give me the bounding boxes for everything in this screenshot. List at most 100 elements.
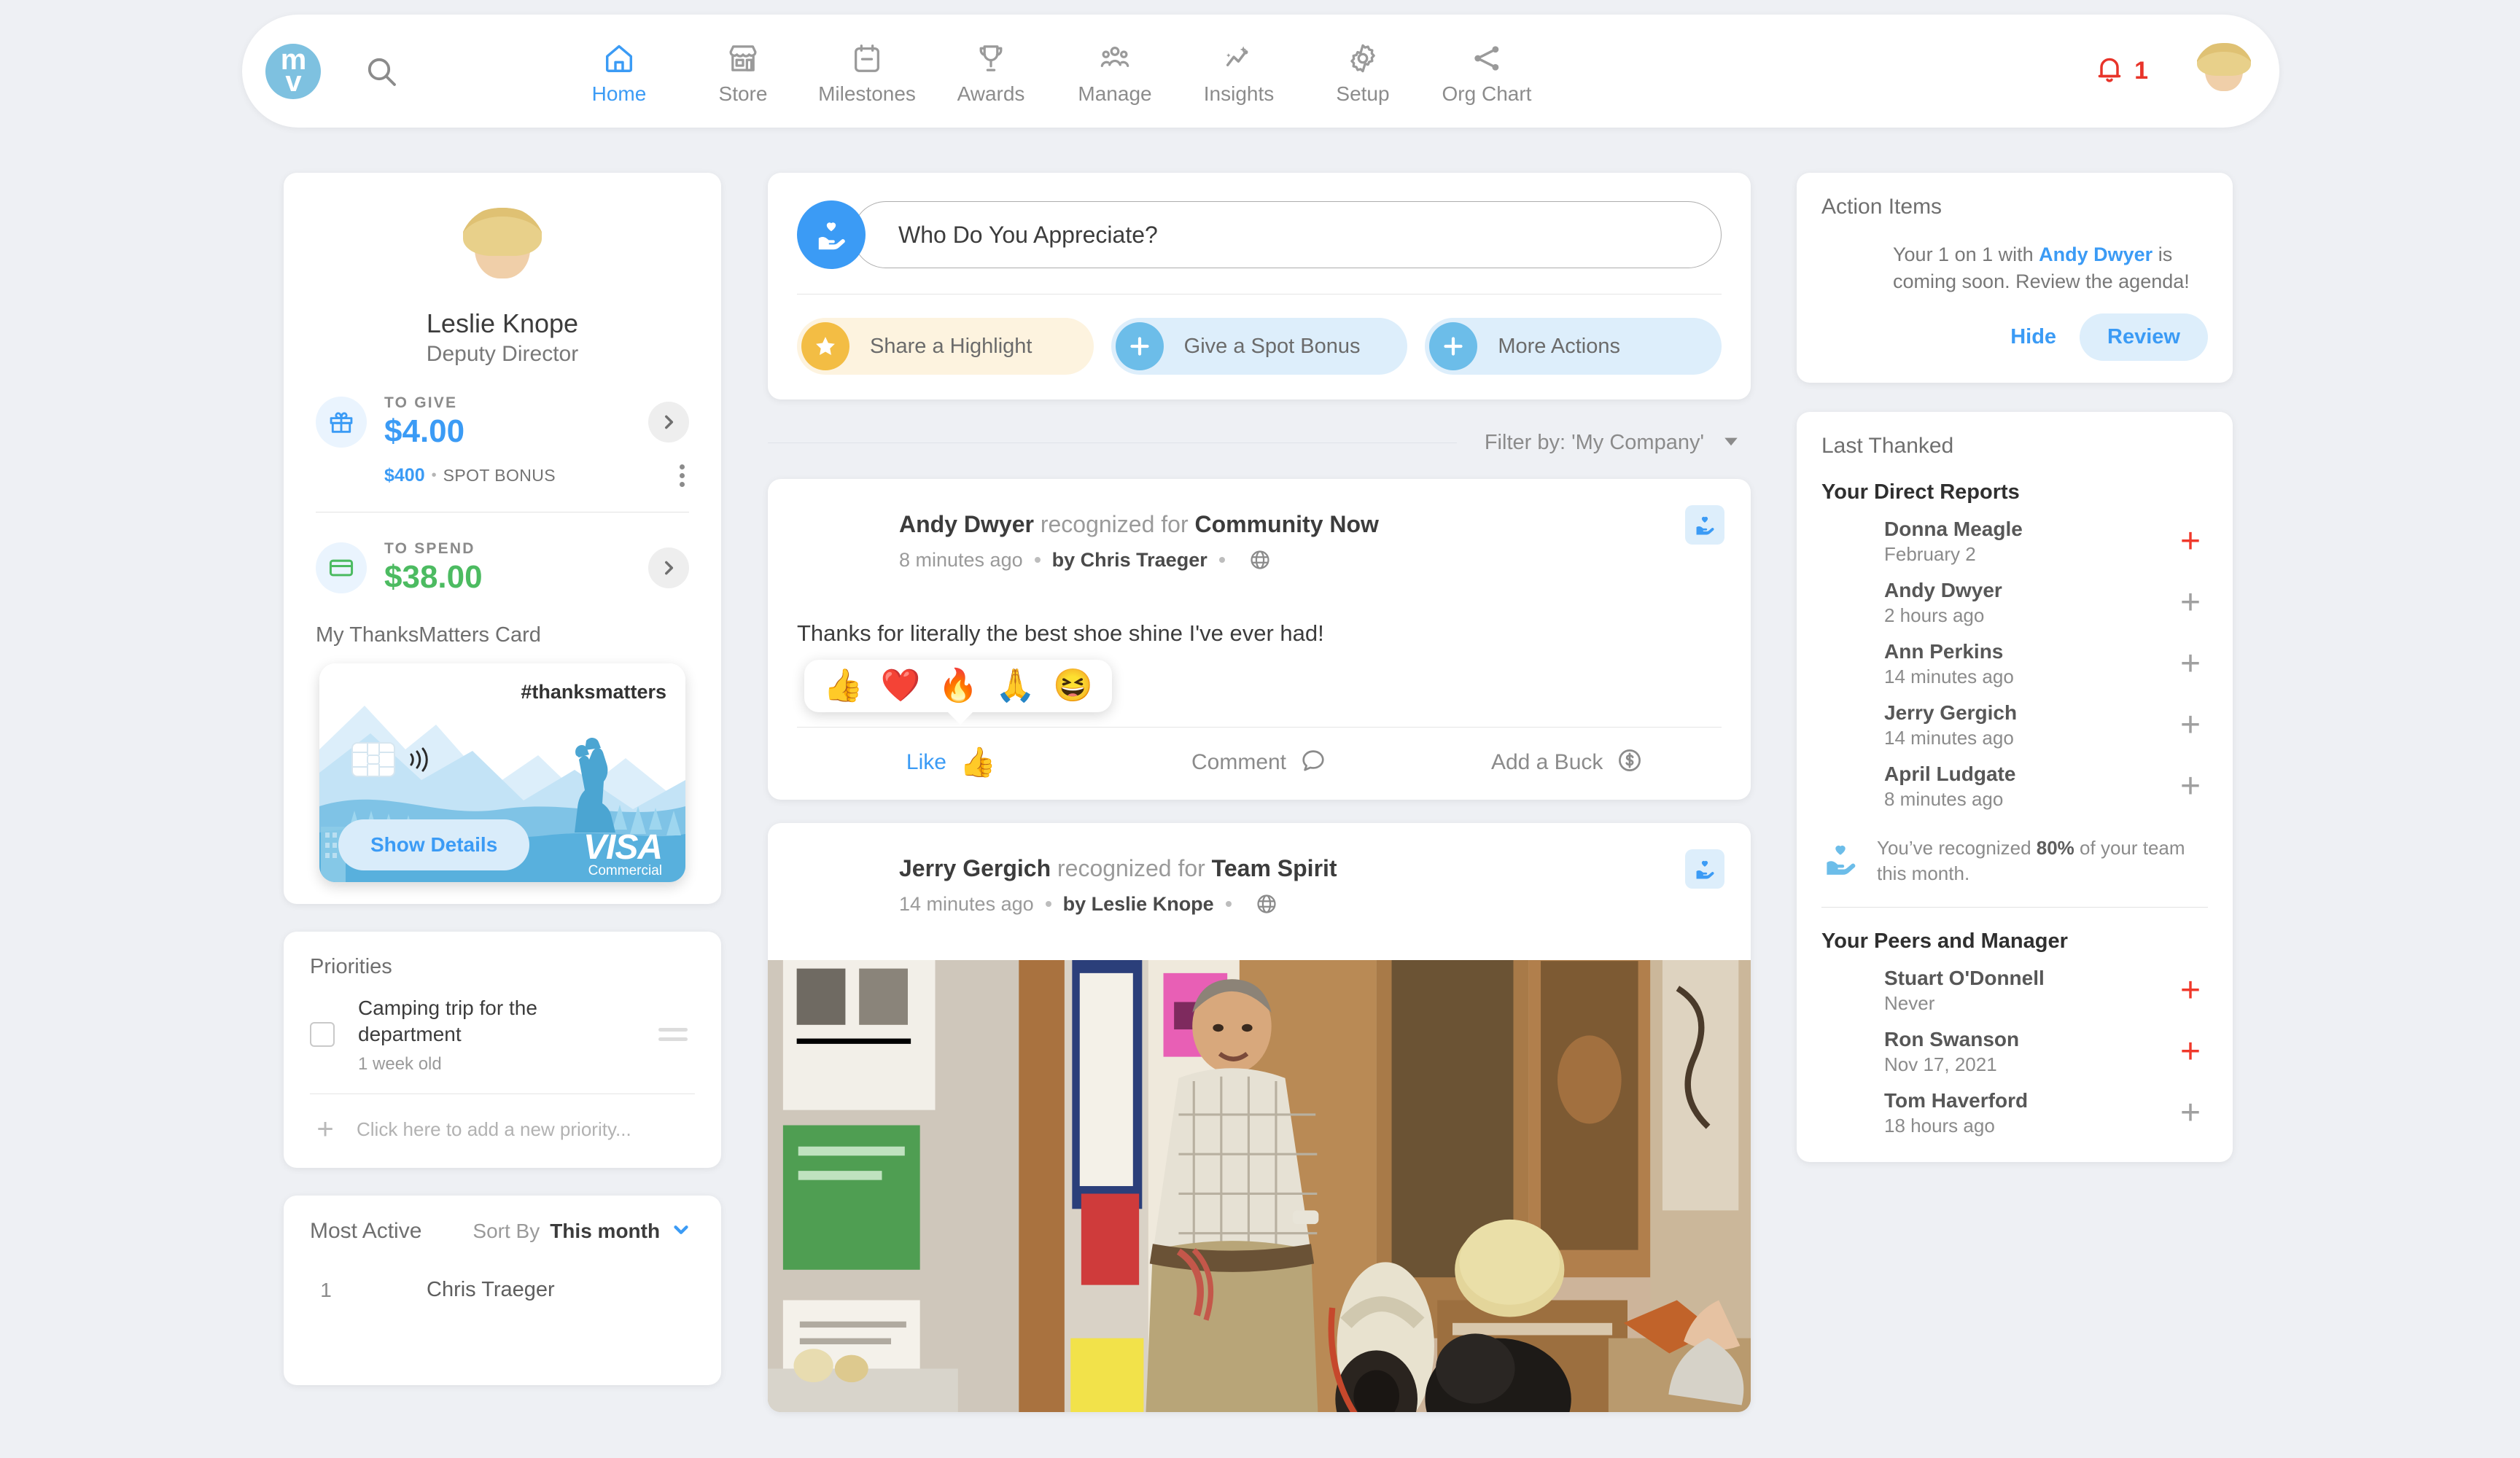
nav-item-store[interactable]: Store bbox=[681, 36, 805, 106]
nav-item-manage[interactable]: Manage bbox=[1053, 36, 1177, 106]
nav-item-org-chart[interactable]: Org Chart bbox=[1425, 36, 1549, 106]
add-recognition-plus-icon[interactable]: + bbox=[2173, 768, 2208, 803]
last-thanked-when: 14 minutes ago bbox=[1884, 726, 2014, 749]
spot-bonus-amount: $400 bbox=[384, 465, 425, 486]
list-item[interactable]: Ron Swanson Nov 17, 2021 + bbox=[1821, 1028, 2208, 1076]
avatar[interactable] bbox=[2193, 40, 2255, 102]
nav-item-home[interactable]: Home bbox=[557, 36, 681, 106]
to-spend-chevron-right-icon[interactable] bbox=[648, 547, 689, 588]
plus-icon bbox=[1429, 322, 1478, 370]
app-logo[interactable]: m v bbox=[265, 43, 321, 99]
add-recognition-plus-icon[interactable]: + bbox=[2173, 707, 2208, 742]
plus-icon bbox=[1115, 322, 1164, 370]
thanksmatters-card[interactable]: VISA Commercial #thanksmatters Show Deta… bbox=[319, 663, 685, 882]
people-icon bbox=[1098, 39, 1132, 77]
share-a-highlight-button[interactable]: Share a Highlight bbox=[797, 318, 1094, 375]
profile-avatar[interactable] bbox=[459, 206, 545, 292]
card-chip-and-contactless bbox=[351, 742, 430, 777]
star-icon bbox=[801, 322, 849, 370]
post-media-video-still[interactable] bbox=[768, 960, 1751, 1412]
post-author[interactable]: by Leslie Knope bbox=[1063, 893, 1214, 916]
priority-item[interactable]: Camping trip for the department 1 week o… bbox=[310, 995, 695, 1075]
reaction-area: 👍 ❤️ 🔥 🙏 😆 bbox=[797, 660, 1722, 727]
add-recognition-plus-icon[interactable]: + bbox=[2173, 585, 2208, 620]
person-name: Tom Haverford bbox=[1884, 1088, 2029, 1112]
post-title: Andy Dwyer recognized for Community Now bbox=[899, 511, 1379, 538]
comment-button[interactable]: Comment bbox=[1105, 746, 1414, 778]
priorities-title: Priorities bbox=[310, 955, 392, 978]
heart-reaction-icon[interactable]: ❤️ bbox=[881, 670, 921, 702]
add-priority-row[interactable]: + Click here to add a new priority... bbox=[310, 1113, 695, 1146]
post-meta: 14 minutes ago by Leslie Knope bbox=[899, 892, 1337, 916]
post-author[interactable]: by Chris Traeger bbox=[1052, 549, 1208, 572]
show-details-button[interactable]: Show Details bbox=[338, 819, 530, 870]
last-thanked-when: 14 minutes ago bbox=[1884, 665, 2014, 687]
list-item[interactable]: 1 Chris Traeger bbox=[310, 1269, 695, 1311]
nav-item-awards[interactable]: Awards bbox=[929, 36, 1053, 106]
list-item[interactable]: Donna Meagle February 2 + bbox=[1821, 518, 2208, 566]
spot-bonus-more-icon[interactable] bbox=[675, 460, 689, 491]
action-item-person-link[interactable]: Andy Dwyer bbox=[2039, 243, 2152, 265]
list-item[interactable]: April Ludgate 8 minutes ago + bbox=[1821, 763, 2208, 811]
thumbs-up-reaction-icon[interactable]: 👍 bbox=[823, 670, 863, 702]
add-a-buck-button[interactable]: Add a Buck bbox=[1413, 746, 1722, 778]
most-active-header: Most Active Sort By This month bbox=[310, 1219, 695, 1244]
post-recipient[interactable]: Andy Dwyer bbox=[899, 511, 1034, 537]
dollar-circle-icon bbox=[1616, 746, 1644, 778]
add-recognition-plus-icon[interactable]: + bbox=[2173, 973, 2208, 1008]
to-spend-text: TO SPEND $38.00 bbox=[384, 540, 648, 596]
feed-post: Jerry Gergich recognized for Team Spirit… bbox=[768, 823, 1751, 1412]
priority-checkbox[interactable] bbox=[310, 1022, 335, 1048]
app-root: m v Home Store Milestones Awards Manage … bbox=[0, 0, 2520, 1458]
list-item[interactable]: Tom Haverford 18 hours ago + bbox=[1821, 1089, 2208, 1137]
to-give-chevron-right-icon[interactable] bbox=[648, 402, 689, 443]
more-actions-button[interactable]: More Actions bbox=[1425, 318, 1722, 375]
post-avatars bbox=[797, 505, 883, 591]
review-button[interactable]: Review bbox=[2080, 313, 2208, 361]
pray-reaction-icon[interactable]: 🙏 bbox=[995, 670, 1035, 702]
chevron-down-icon[interactable] bbox=[670, 1219, 692, 1244]
nav-label: Milestones bbox=[818, 82, 916, 105]
gear-icon bbox=[1346, 39, 1380, 77]
search-icon[interactable] bbox=[362, 52, 401, 91]
chevron-down-icon[interactable] bbox=[1720, 430, 1742, 456]
notifications-button[interactable]: 1 bbox=[2093, 53, 2148, 89]
sort-by-value[interactable]: This month bbox=[550, 1220, 660, 1243]
nav-item-setup[interactable]: Setup bbox=[1301, 36, 1425, 106]
avatar[interactable] bbox=[825, 878, 882, 935]
composer-actions: Share a Highlight Give a Spot Bonus More… bbox=[797, 318, 1722, 375]
laugh-reaction-icon[interactable]: 😆 bbox=[1053, 670, 1093, 702]
feed-filter-label[interactable]: Filter by: 'My Company' bbox=[1485, 431, 1704, 455]
nav-item-milestones[interactable]: Milestones bbox=[805, 36, 929, 106]
avatar[interactable] bbox=[825, 534, 882, 591]
hide-button[interactable]: Hide bbox=[1993, 315, 2074, 359]
calendar-icon bbox=[850, 39, 884, 77]
list-item[interactable]: Ann Perkins 14 minutes ago + bbox=[1821, 640, 2208, 688]
avatar[interactable] bbox=[1821, 241, 1875, 295]
list-item[interactable]: Stuart O'Donnell Never + bbox=[1821, 967, 2208, 1015]
like-button[interactable]: Like 👍 bbox=[797, 748, 1105, 777]
thanksmatters-card-title: My ThanksMatters Card bbox=[316, 623, 541, 647]
gift-icon bbox=[316, 397, 367, 448]
post-meta: 8 minutes ago by Chris Traeger bbox=[899, 548, 1379, 572]
post-timestamp: 8 minutes ago bbox=[899, 548, 1023, 571]
add-recognition-plus-icon[interactable]: + bbox=[2173, 1096, 2208, 1131]
search-input[interactable] bbox=[852, 201, 1722, 268]
person-name: Andy Dwyer bbox=[1884, 578, 2002, 601]
add-recognition-plus-icon[interactable]: + bbox=[2173, 646, 2208, 681]
nav-label: Awards bbox=[957, 82, 1025, 105]
top-navigation-bar: m v Home Store Milestones Awards Manage … bbox=[242, 15, 2279, 128]
list-item[interactable]: Andy Dwyer 2 hours ago + bbox=[1821, 579, 2208, 627]
list-item[interactable]: Jerry Gergich 14 minutes ago + bbox=[1821, 701, 2208, 749]
give-a-spot-bonus-button[interactable]: Give a Spot Bonus bbox=[1111, 318, 1408, 375]
drag-handle-icon[interactable] bbox=[651, 1021, 695, 1048]
post-recipient[interactable]: Jerry Gergich bbox=[899, 855, 1051, 881]
person-info: Donna Meagle February 2 bbox=[1884, 518, 2173, 566]
reaction-picker[interactable]: 👍 ❤️ 🔥 🙏 😆 bbox=[804, 660, 1112, 725]
nav-item-insights[interactable]: Insights bbox=[1177, 36, 1301, 106]
add-recognition-plus-icon[interactable]: + bbox=[2173, 1034, 2208, 1069]
add-recognition-plus-icon[interactable]: + bbox=[2173, 523, 2208, 558]
spot-bonus-row: $400 • SPOT BONUS bbox=[384, 460, 689, 491]
fire-reaction-icon[interactable]: 🔥 bbox=[938, 670, 979, 702]
avatar bbox=[1821, 519, 1867, 564]
